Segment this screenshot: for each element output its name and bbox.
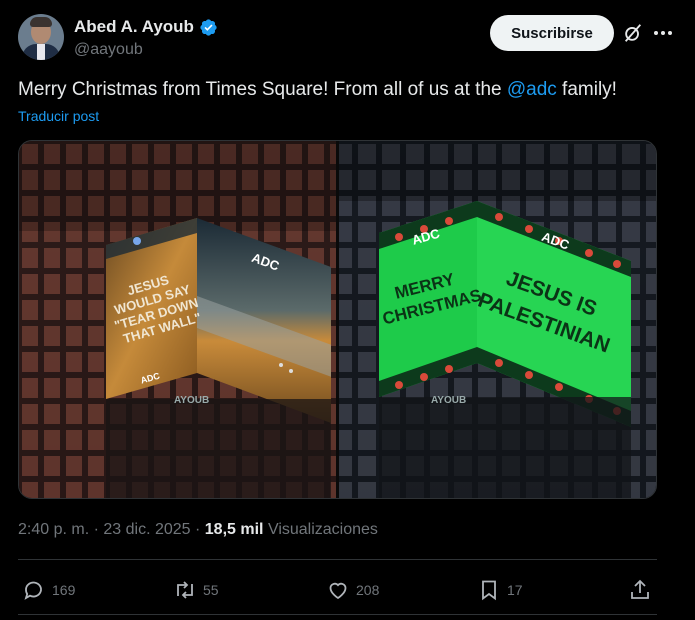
tweet-text: Merry Christmas from Times Square! From … (18, 79, 617, 100)
subscribe-button[interactable]: Suscribirse (490, 15, 614, 51)
divider (18, 614, 657, 615)
repost-count: 55 (203, 582, 219, 598)
tweet-meta: 2:40 p. m. · 23 dic. 2025 · 18,5 mil Vis… (18, 521, 378, 538)
like-icon (329, 582, 347, 600)
views-count: 18,5 mil (204, 521, 264, 538)
bookmark-button[interactable]: 17 (477, 576, 523, 604)
grok-icon[interactable] (622, 22, 644, 44)
action-bar: 169 55 208 17 (18, 576, 657, 604)
like-count: 208 (356, 582, 380, 598)
bookmark-count: 17 (507, 582, 523, 598)
author-name-row[interactable]: Abed A. Ayoub (74, 17, 218, 37)
reply-button[interactable]: 169 (22, 576, 75, 604)
reply-count: 169 (52, 582, 76, 598)
right-building-sign: AYOUB (431, 395, 466, 406)
media-image: JESUS WOULD SAY "TEAR DOWN THAT WALL" AD… (19, 141, 656, 498)
repost-icon (177, 581, 193, 599)
divider (18, 559, 657, 560)
views-label: Visualizaciones (267, 521, 378, 538)
translate-post-link[interactable]: Traducir post (18, 108, 99, 124)
more-icon[interactable] (650, 22, 676, 44)
tweet-time[interactable]: 2:40 p. m. (18, 521, 89, 538)
display-name[interactable]: Abed A. Ayoub (74, 17, 194, 37)
verified-icon (200, 18, 217, 36)
left-building-sign: AYOUB (174, 395, 209, 406)
author-handle[interactable]: @aayoub (74, 41, 143, 59)
bookmark-icon (482, 580, 496, 601)
like-button[interactable]: 208 (326, 576, 379, 604)
share-icon (631, 579, 649, 599)
reply-icon (24, 581, 42, 600)
mention-link[interactable]: @adc (507, 79, 557, 100)
avatar[interactable] (18, 14, 64, 60)
tweet-media[interactable]: JESUS WOULD SAY "TEAR DOWN THAT WALL" AD… (18, 140, 657, 499)
share-button[interactable] (628, 576, 652, 604)
repost-button[interactable]: 55 (173, 576, 219, 604)
tweet-header: Abed A. Ayoub @aayoub Suscribirse (18, 14, 678, 64)
tweet-date[interactable]: 23 dic. 2025 (103, 521, 190, 538)
